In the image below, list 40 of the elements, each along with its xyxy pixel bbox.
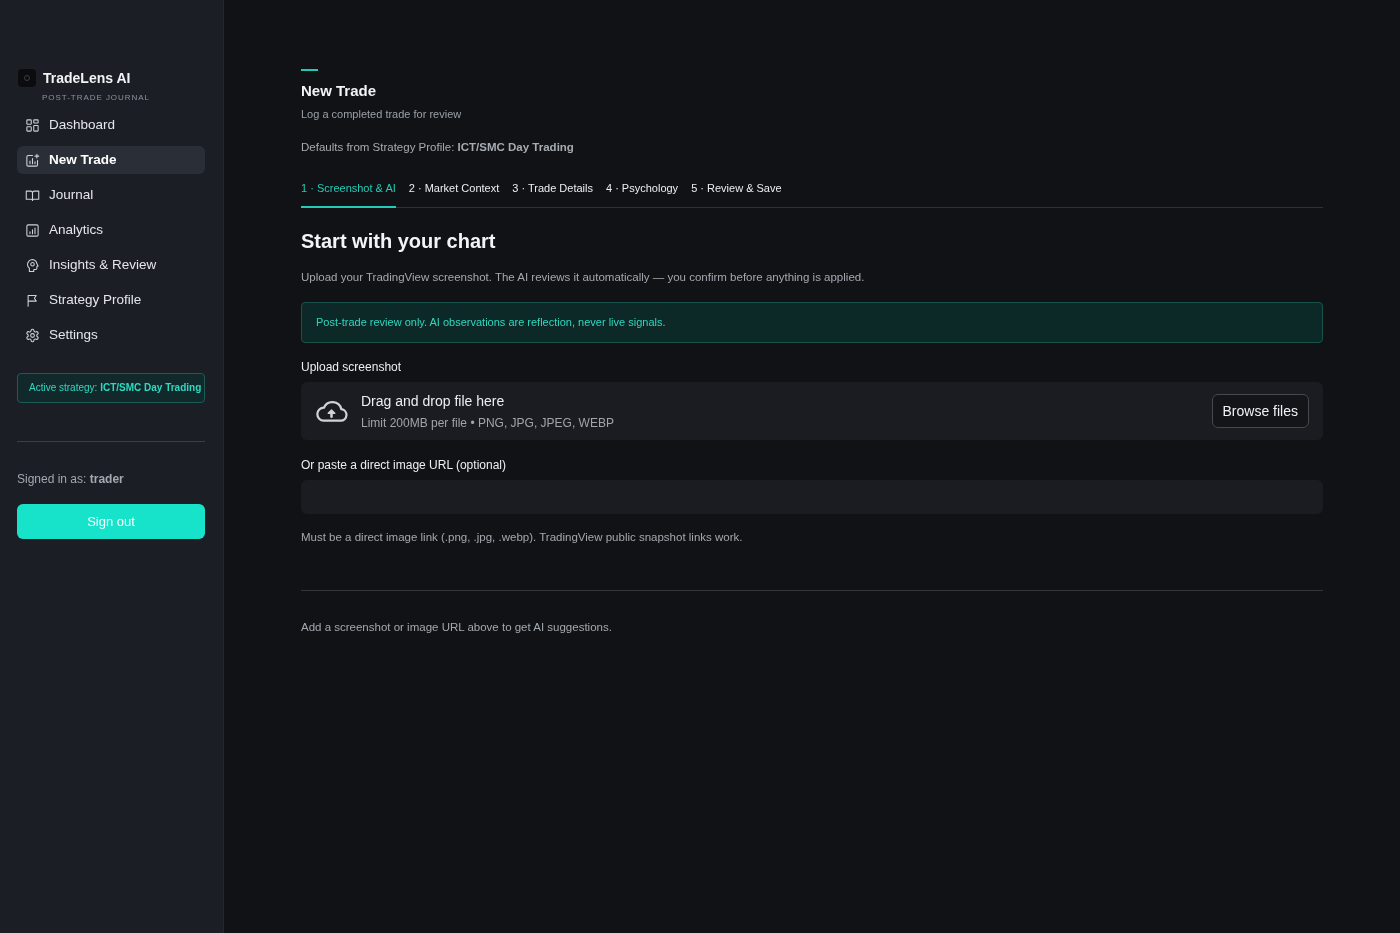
nav-item[interactable]: Insights & Review [17,251,205,279]
dropzone-limits: Limit 200MB per file • PNG, JPG, JPEG, WEBP [361,414,614,431]
signed-in-text: Signed in as: trader [17,471,125,487]
cloud-upload-icon [315,399,348,423]
head-icon [25,257,40,273]
field-label: Or paste a direct image URL (optional) [301,457,507,473]
logo-icon [18,69,36,87]
book-icon [25,187,40,203]
nav-item[interactable]: Analytics [17,216,205,244]
browse-files-button[interactable]: Browse files [1211,394,1309,428]
field-label: Upload screenshot [301,359,403,375]
notice-text: Post-trade review only. AI observations are reflection, never live signals. [316,315,666,331]
field-help-text: Must be a direct image link (.png, .jpg, .webp). TradingView public snapshot links work. [301,530,744,545]
section-title: Start with your chart [301,229,497,254]
step-tab[interactable]: 4 · Psychology [605,180,679,208]
page-title: New Trade [301,81,378,101]
chart-plus-icon [25,152,40,168]
settings-icon [25,327,40,343]
grid-icon [25,117,40,133]
app-title: TradeLens AI [43,69,131,87]
flag-icon [25,292,40,308]
nav-item[interactable]: Dashboard [17,111,205,139]
step-tab[interactable]: 1 · Screenshot & AI [301,180,396,208]
nav-item[interactable]: Strategy Profile [17,286,205,314]
nav-item[interactable]: Settings [17,321,205,349]
dropzone-prompt: Drag and drop file here [361,391,506,410]
nav-item[interactable]: Journal [17,181,205,209]
page-subtitle: Log a completed trade for review [301,107,463,122]
step-tab[interactable]: 2 · Market Context [408,180,500,208]
file-dropzone[interactable]: Drag and drop file here Limit 200MB per file • PNG, JPG, JPEG, WEBP Browse files [301,382,1323,440]
step-tab[interactable]: 5 · Review & Save [691,180,782,208]
bar-chart-icon [25,222,40,238]
section-description: Upload your TradingView screenshot. The AI reviews it automatically — you confirm before anything is applied. [301,270,866,285]
nav-item[interactable]: New Trade [17,146,205,174]
status-message: Add a screenshot or image URL above to get AI suggestions. [301,620,613,635]
defaults-text: Defaults from Strategy Profile: ICT/SMC Day Trading [301,140,575,155]
accent-line [301,69,318,71]
app-subtitle: POST-TRADE JOURNAL [42,92,151,104]
active-strategy-badge: Active strategy: ICT/SMC Day Trading [17,373,205,403]
step-tab[interactable]: 3 · Trade Details [512,180,593,208]
